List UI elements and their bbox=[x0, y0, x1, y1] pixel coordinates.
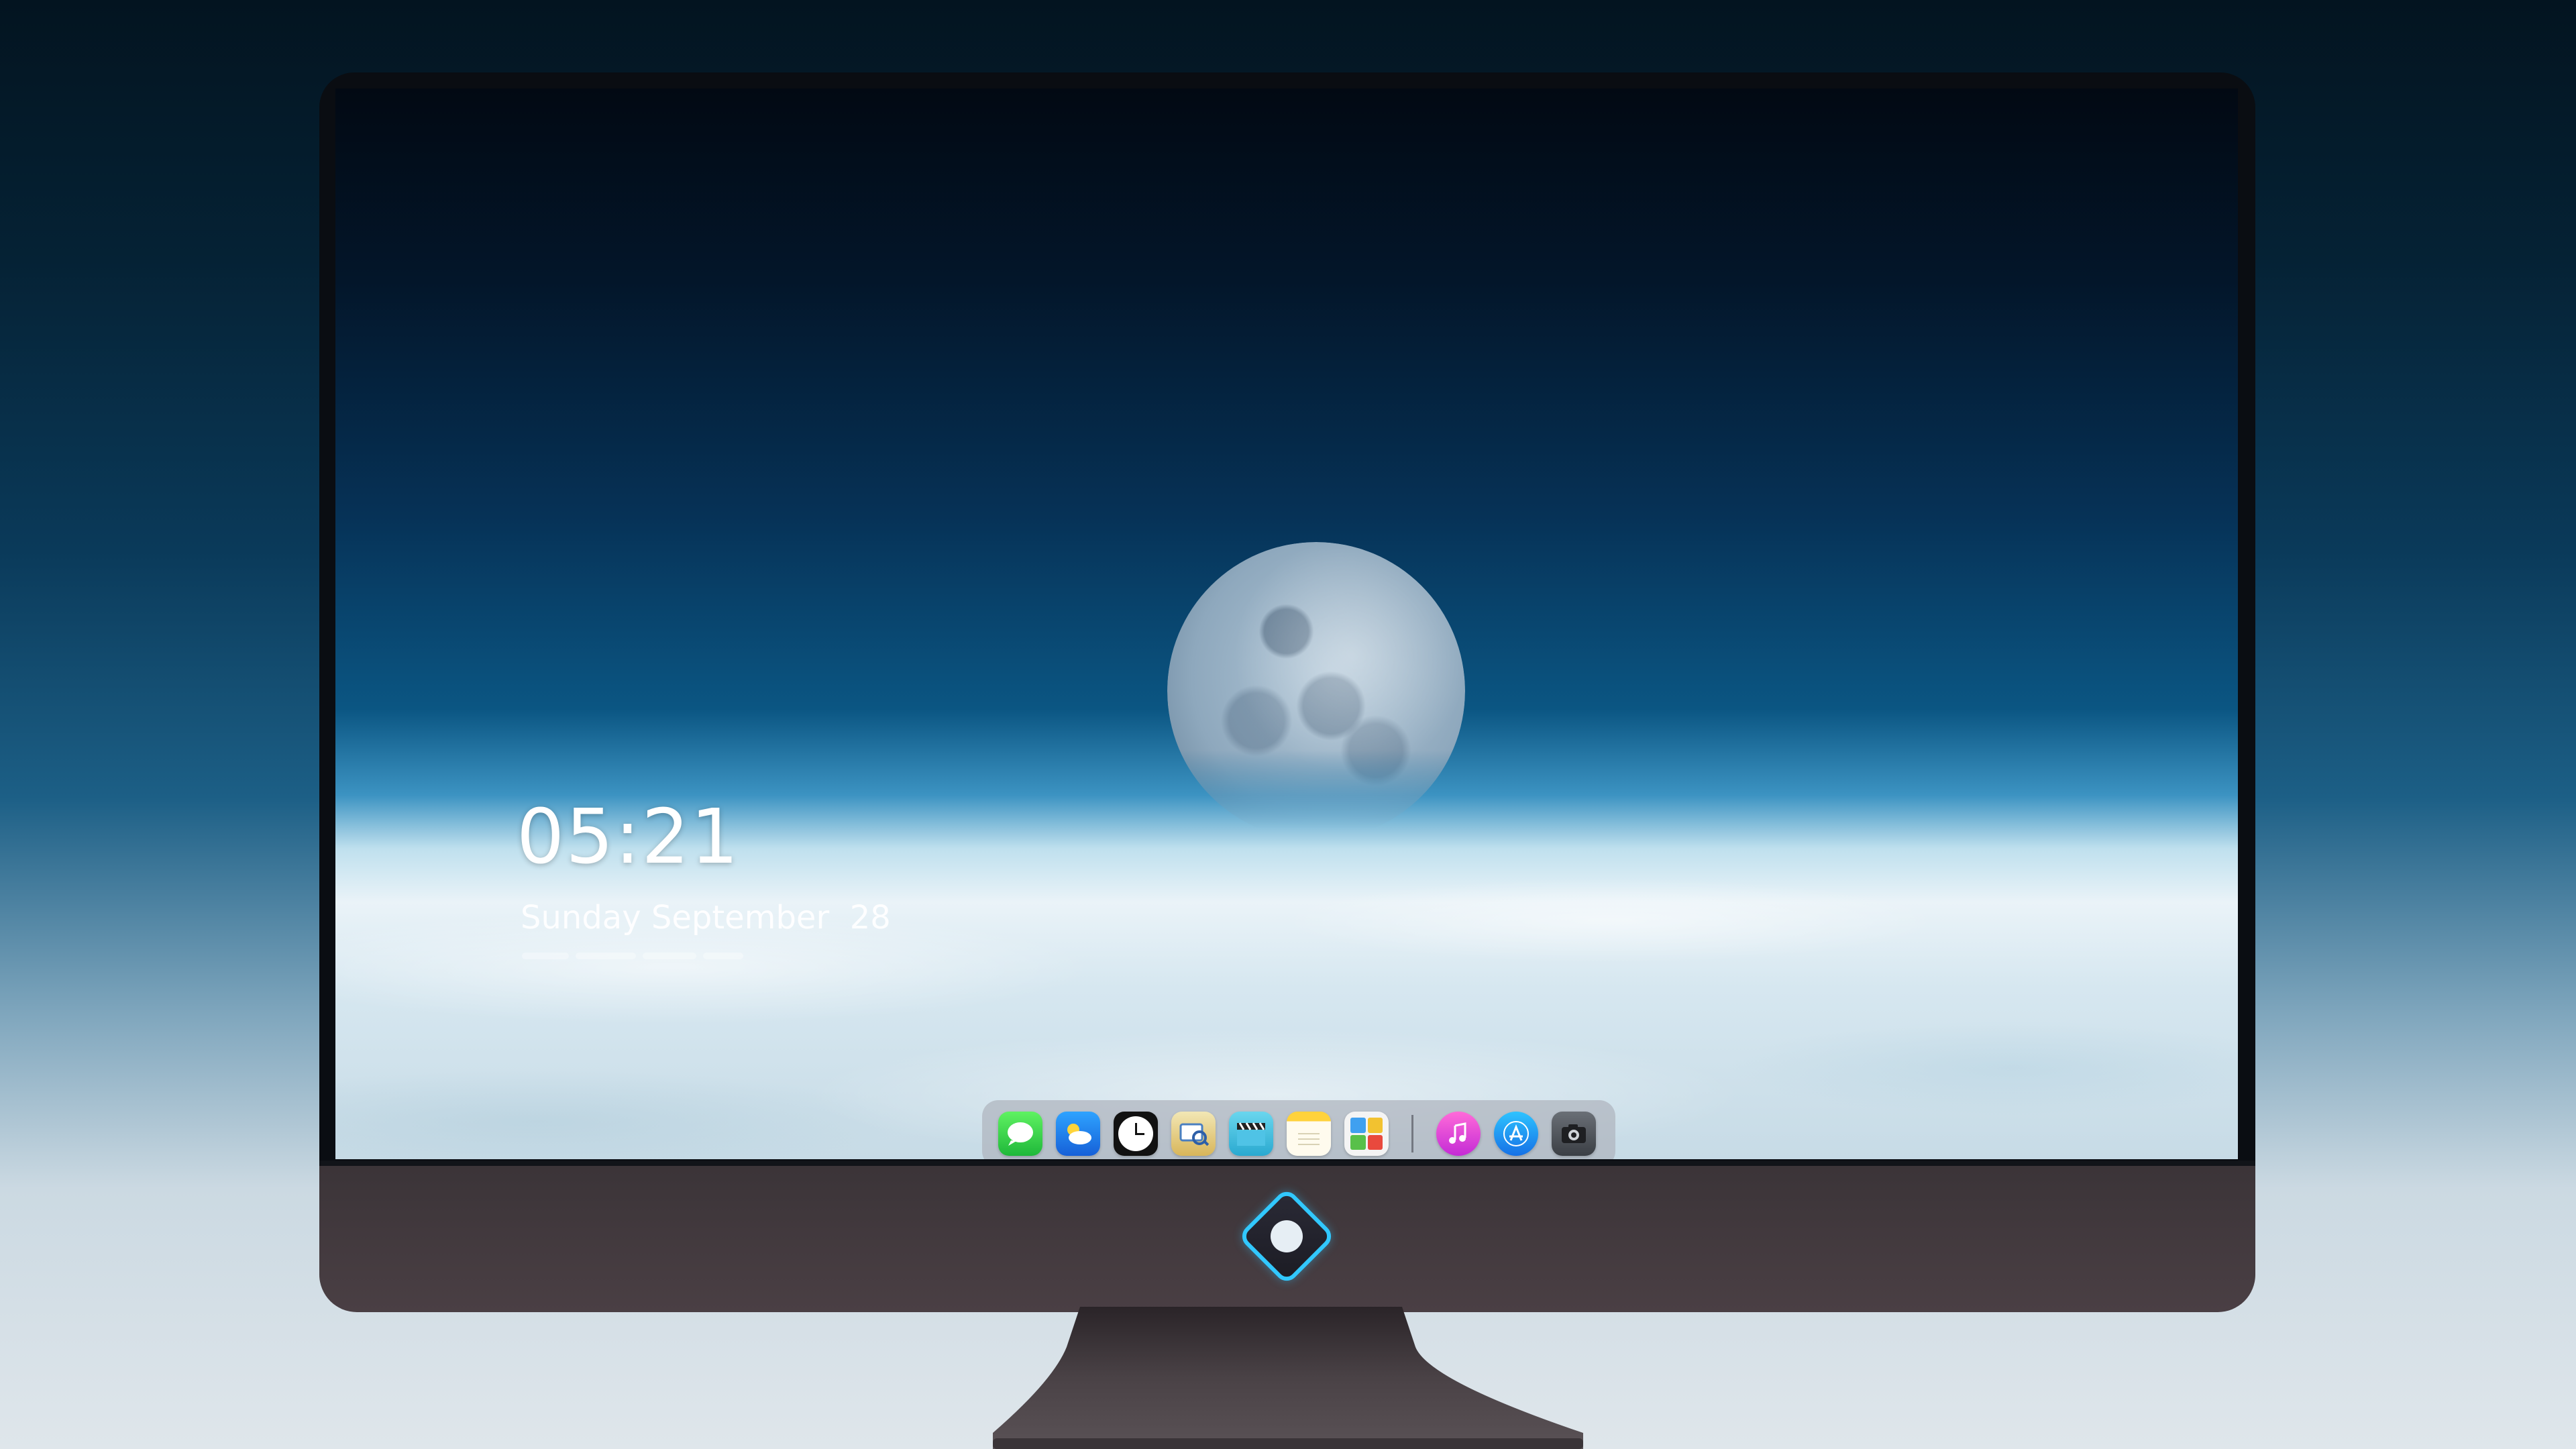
messages-icon[interactable] bbox=[998, 1112, 1042, 1156]
monitor-stand bbox=[993, 1307, 1583, 1449]
preview-icon[interactable] bbox=[1171, 1112, 1216, 1156]
lock-screen-date: Sunday September 28 bbox=[521, 899, 891, 936]
camera-icon[interactable] bbox=[1552, 1112, 1596, 1156]
notes-icon[interactable] bbox=[1287, 1112, 1331, 1156]
desktop-screen: 05:21 Sunday September 28 bbox=[335, 89, 2238, 1159]
lock-screen-hint bbox=[522, 950, 763, 962]
clock-icon[interactable] bbox=[1114, 1112, 1158, 1156]
weather-icon[interactable] bbox=[1056, 1112, 1100, 1156]
wallpaper-moon bbox=[1167, 542, 1465, 840]
movie-clapper-icon[interactable] bbox=[1229, 1112, 1273, 1156]
dock-separator bbox=[1411, 1115, 1413, 1152]
monitor: 05:21 Sunday September 28 bbox=[319, 72, 2255, 1312]
photos-icon[interactable] bbox=[1344, 1112, 1389, 1156]
dock bbox=[982, 1100, 1615, 1159]
app-store-icon[interactable] bbox=[1494, 1112, 1538, 1156]
lock-screen-time: 05:21 bbox=[517, 794, 740, 881]
music-icon[interactable] bbox=[1436, 1112, 1481, 1156]
